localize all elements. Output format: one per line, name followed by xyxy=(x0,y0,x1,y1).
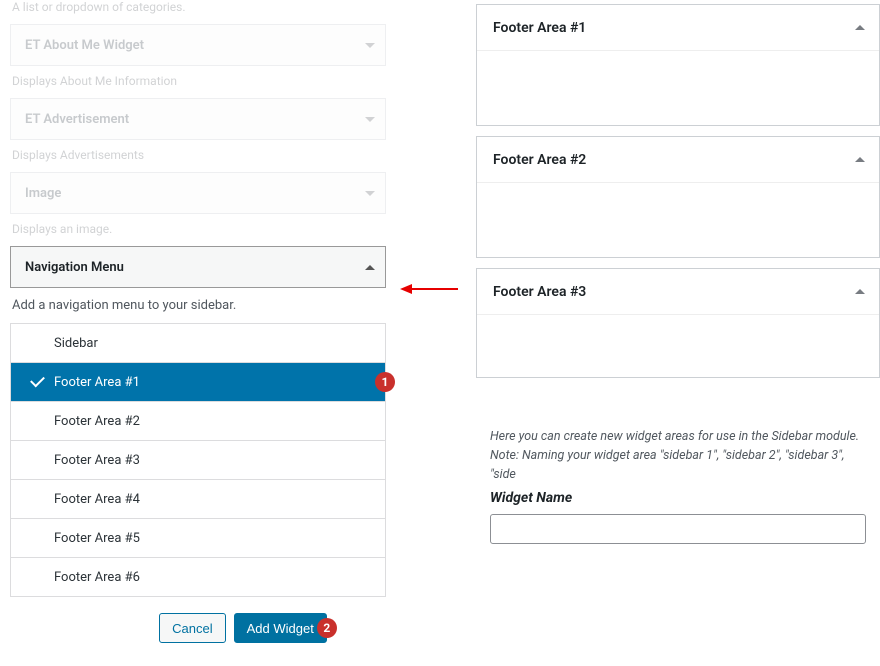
widget-name-desc-line2: Note: Naming your widget area "sidebar 1… xyxy=(490,447,866,485)
widget-areas-panel: Footer Area #1 Footer Area #2 Footer Are… xyxy=(476,0,880,666)
widget-desc-categories: A list or dropdown of categories. xyxy=(10,0,386,24)
widget-desc-nav-menu: Add a navigation menu to your sidebar. xyxy=(10,288,386,323)
chevron-up-icon xyxy=(855,25,865,30)
widget-name-label: Widget Name xyxy=(490,490,866,506)
widget-title: Navigation Menu xyxy=(25,260,124,275)
chevron-up-icon xyxy=(855,157,865,162)
widget-area-chooser: Sidebar Footer Area #1 1 Footer Area #2 … xyxy=(10,323,386,597)
footer-area-title: Footer Area #3 xyxy=(493,284,586,300)
footer-area-1[interactable]: Footer Area #1 xyxy=(476,4,880,126)
area-row-footer-6[interactable]: Footer Area #6 xyxy=(11,558,385,597)
chevron-down-icon xyxy=(365,117,375,122)
area-label: Sidebar xyxy=(54,336,98,351)
area-label: Footer Area #1 xyxy=(54,375,140,390)
add-widget-button[interactable]: Add Widget xyxy=(234,613,327,643)
area-row-sidebar[interactable]: Sidebar xyxy=(11,324,385,363)
area-row-footer-3[interactable]: Footer Area #3 xyxy=(11,441,385,480)
available-widgets-panel: A list or dropdown of categories. ET Abo… xyxy=(0,0,396,666)
annotation-badge-2: 2 xyxy=(317,618,337,638)
widget-navigation-menu[interactable]: Navigation Menu xyxy=(10,246,386,288)
footer-area-title: Footer Area #1 xyxy=(493,20,586,36)
area-label: Footer Area #6 xyxy=(54,570,140,585)
widget-advertisement[interactable]: ET Advertisement xyxy=(10,98,386,140)
footer-area-title: Footer Area #2 xyxy=(493,152,586,168)
annotation-badge-1: 1 xyxy=(375,372,395,392)
widget-desc-image: Displays an image. xyxy=(10,214,386,246)
area-row-footer-2[interactable]: Footer Area #2 xyxy=(11,402,385,441)
area-row-footer-5[interactable]: Footer Area #5 xyxy=(11,519,385,558)
annotation-arrow-icon xyxy=(400,283,458,295)
chevron-down-icon xyxy=(365,43,375,48)
area-label: Footer Area #2 xyxy=(54,414,140,429)
cancel-button[interactable]: Cancel xyxy=(159,613,225,643)
chevron-down-icon xyxy=(365,191,375,196)
widget-name-input[interactable] xyxy=(490,514,866,544)
area-row-footer-4[interactable]: Footer Area #4 xyxy=(11,480,385,519)
footer-area-3[interactable]: Footer Area #3 xyxy=(476,268,880,378)
chevron-up-icon xyxy=(855,289,865,294)
widget-desc-about-me: Displays About Me Information xyxy=(10,66,386,98)
chevron-up-icon xyxy=(365,265,375,270)
footer-area-2[interactable]: Footer Area #2 xyxy=(476,136,880,258)
widget-actions: Cancel Add Widget 2 xyxy=(100,597,386,659)
footer-area-header[interactable]: Footer Area #1 xyxy=(477,5,879,51)
widget-name-section: Here you can create new widget areas for… xyxy=(476,408,880,544)
widget-desc-advertisement: Displays Advertisements xyxy=(10,140,386,172)
area-label: Footer Area #5 xyxy=(54,531,140,546)
widget-title: Image xyxy=(25,186,61,201)
footer-area-header[interactable]: Footer Area #2 xyxy=(477,137,879,183)
widget-about-me[interactable]: ET About Me Widget xyxy=(10,24,386,66)
area-row-footer-1[interactable]: Footer Area #1 1 xyxy=(11,363,385,402)
area-label: Footer Area #3 xyxy=(54,453,140,468)
widget-image[interactable]: Image xyxy=(10,172,386,214)
area-label: Footer Area #4 xyxy=(54,492,140,507)
widget-title: ET Advertisement xyxy=(25,112,129,127)
footer-area-header[interactable]: Footer Area #3 xyxy=(477,269,879,315)
widget-title: ET About Me Widget xyxy=(25,38,144,53)
widget-name-desc-line1: Here you can create new widget areas for… xyxy=(490,428,866,447)
